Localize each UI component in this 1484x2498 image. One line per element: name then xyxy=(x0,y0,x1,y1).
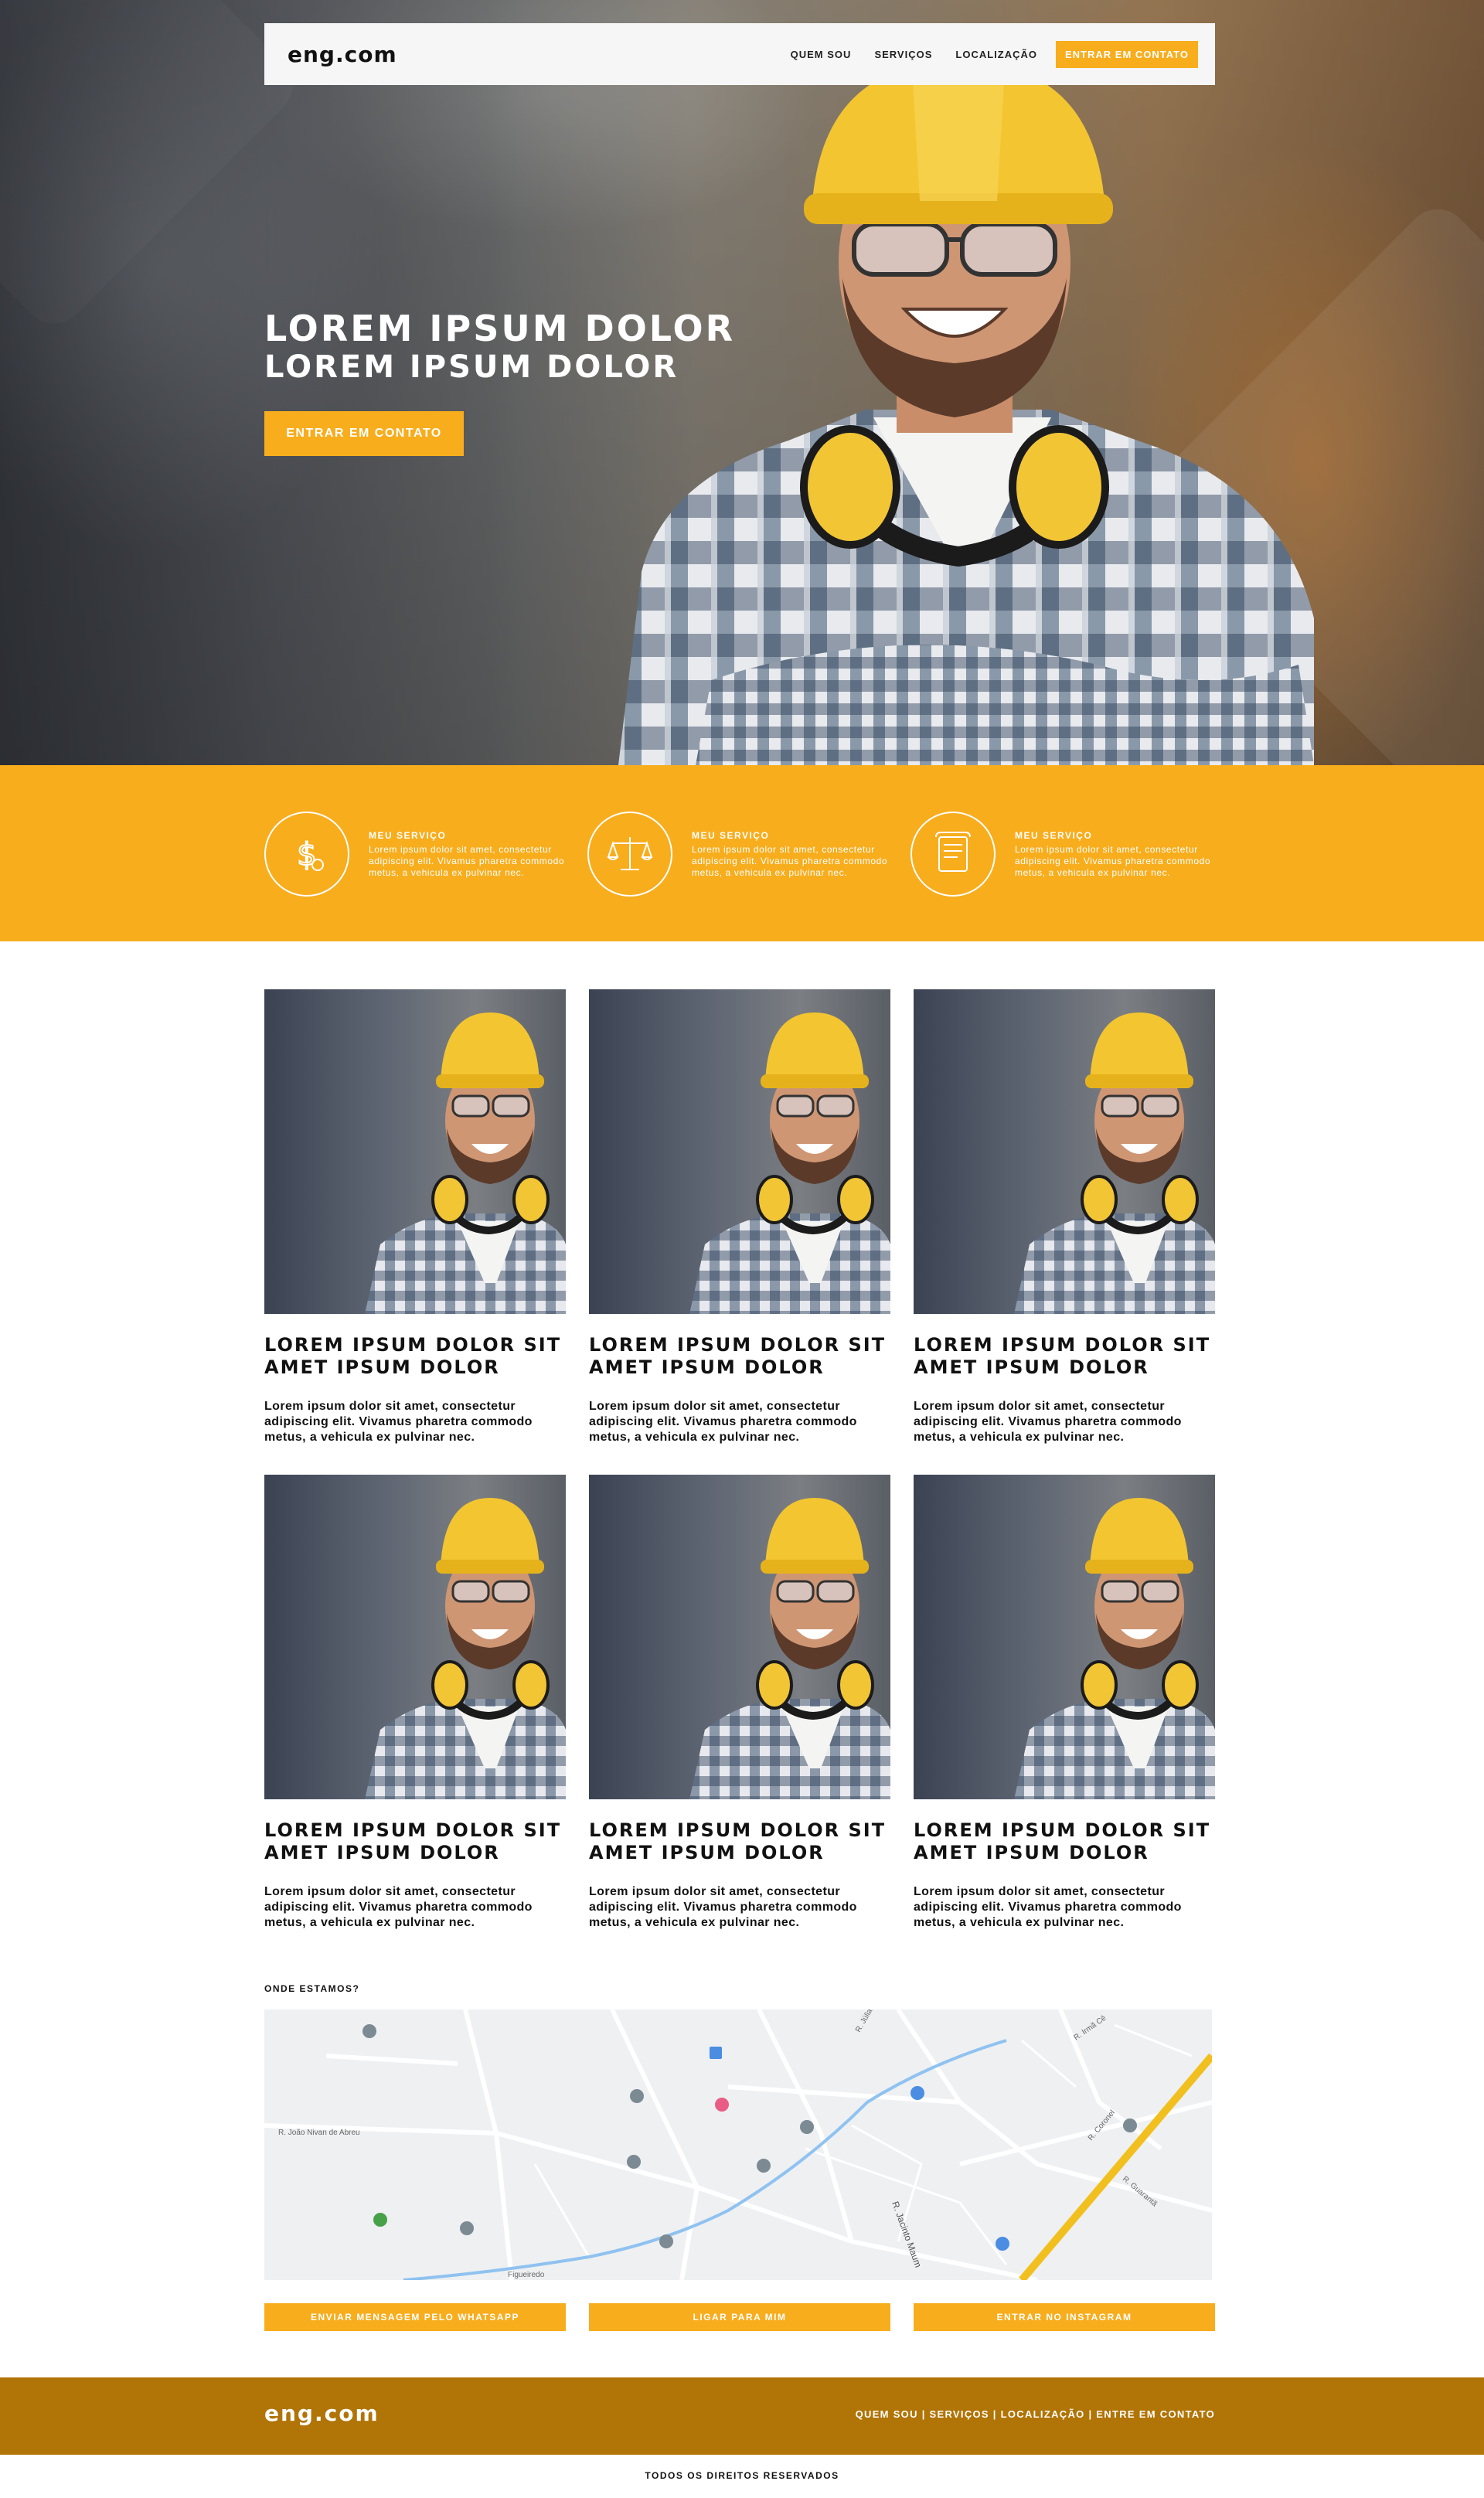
card-title: LOREM IPSUM DOLOR SIT AMET IPSUM DOLOR xyxy=(914,1819,1211,1863)
hero-worker-image xyxy=(618,77,1314,765)
svg-text:$: $ xyxy=(297,837,316,873)
hero-subtitle: LOREM IPSUM DOLOR xyxy=(264,349,679,385)
service-description: Lorem ipsum dolor sit amet, consectetur … xyxy=(1015,843,1211,878)
copyright: TODOS OS DIREITOS RESERVADOS xyxy=(645,2470,839,2481)
card-text: Lorem ipsum dolor sit amet, consectetur … xyxy=(914,1885,1182,1929)
map-street-label: Figueiredo xyxy=(508,2271,545,2279)
card-title: LOREM IPSUM DOLOR SIT AMET IPSUM DOLOR xyxy=(914,1334,1211,1378)
card-photo xyxy=(589,989,890,1314)
nav-links: QUEM SOU SERVIÇOS LOCALIZAÇÃO ENTRAR EM … xyxy=(768,40,1198,68)
card-photo xyxy=(914,989,1215,1314)
content-card[interactable]: LOREM IPSUM DOLOR SIT AMET IPSUM DOLOR L… xyxy=(264,1475,566,1931)
service-title: MEU SERVIÇO xyxy=(692,829,770,841)
content-card[interactable]: LOREM IPSUM DOLOR SIT AMET IPSUM DOLOR L… xyxy=(589,989,890,1445)
footer-links[interactable]: QUEM SOU | SERVIÇOS | LOCALIZAÇÃO | ENTR… xyxy=(856,2408,1215,2420)
service-item: MEU SERVIÇO Lorem ipsum dolor sit amet, … xyxy=(587,812,897,897)
map-section-title: ONDE ESTAMOS? xyxy=(264,1983,360,1994)
hero-contact-button[interactable]: ENTRAR EM CONTATO xyxy=(264,411,464,456)
card-text: Lorem ipsum dolor sit amet, consectetur … xyxy=(264,1400,533,1444)
scroll-icon xyxy=(910,812,996,897)
contact-actions: ENVIAR MENSAGEM PELO WHATSAPP LIGAR PARA… xyxy=(264,2303,1215,2331)
card-photo xyxy=(914,1475,1215,1799)
map-graphic: R. João Nivan de Abreu R. Júlia Bucih R.… xyxy=(264,2010,1212,2280)
service-title: MEU SERVIÇO xyxy=(369,829,447,841)
nav-contact-button[interactable]: ENTRAR EM CONTATO xyxy=(1056,40,1198,68)
service-description: Lorem ipsum dolor sit amet, consectetur … xyxy=(369,843,565,878)
map-street-label: R. João Nivan de Abreu xyxy=(278,2129,360,2137)
scales-icon xyxy=(587,812,672,897)
service-item: MEU SERVIÇO Lorem ipsum dolor sit amet, … xyxy=(910,812,1220,897)
services-band: $ MEU SERVIÇO Lorem ipsum dolor sit amet… xyxy=(0,765,1484,941)
whatsapp-button[interactable]: ENVIAR MENSAGEM PELO WHATSAPP xyxy=(264,2303,566,2331)
content-card[interactable]: LOREM IPSUM DOLOR SIT AMET IPSUM DOLOR L… xyxy=(914,989,1215,1445)
service-item: $ MEU SERVIÇO Lorem ipsum dolor sit amet… xyxy=(264,812,574,897)
card-title: LOREM IPSUM DOLOR SIT AMET IPSUM DOLOR xyxy=(589,1819,887,1863)
money-icon: $ xyxy=(264,812,349,897)
card-text: Lorem ipsum dolor sit amet, consectetur … xyxy=(589,1885,857,1929)
hero-title: LOREM IPSUM DOLOR xyxy=(264,308,735,349)
site-logo[interactable]: eng.com xyxy=(288,42,397,67)
service-title: MEU SERVIÇO xyxy=(1015,829,1093,841)
call-button[interactable]: LIGAR PARA MIM xyxy=(589,2303,890,2331)
card-text: Lorem ipsum dolor sit amet, consectetur … xyxy=(264,1885,533,1929)
card-title: LOREM IPSUM DOLOR SIT AMET IPSUM DOLOR xyxy=(589,1334,887,1378)
location-map[interactable]: R. João Nivan de Abreu R. Júlia Bucih R.… xyxy=(264,2010,1212,2280)
card-photo xyxy=(264,1475,566,1799)
content-card[interactable]: LOREM IPSUM DOLOR SIT AMET IPSUM DOLOR L… xyxy=(914,1475,1215,1931)
content-card[interactable]: LOREM IPSUM DOLOR SIT AMET IPSUM DOLOR L… xyxy=(589,1475,890,1931)
nav-link-localizacao[interactable]: LOCALIZAÇÃO xyxy=(955,49,1037,60)
instagram-button[interactable]: ENTRAR NO INSTAGRAM xyxy=(914,2303,1215,2331)
hero-section: eng.com QUEM SOU SERVIÇOS LOCALIZAÇÃO EN… xyxy=(0,0,1484,765)
card-text: Lorem ipsum dolor sit amet, consectetur … xyxy=(914,1400,1182,1444)
nav-link-servicos[interactable]: SERVIÇOS xyxy=(874,49,932,60)
card-photo xyxy=(264,989,566,1314)
card-text: Lorem ipsum dolor sit amet, consectetur … xyxy=(589,1400,857,1444)
card-title: LOREM IPSUM DOLOR SIT AMET IPSUM DOLOR xyxy=(264,1819,562,1863)
content-card[interactable]: LOREM IPSUM DOLOR SIT AMET IPSUM DOLOR L… xyxy=(264,989,566,1445)
card-photo xyxy=(589,1475,890,1799)
footer-logo[interactable]: eng.com xyxy=(264,2401,380,2426)
nav-link-quem-sou[interactable]: QUEM SOU xyxy=(791,49,852,60)
service-description: Lorem ipsum dolor sit amet, consectetur … xyxy=(692,843,888,878)
top-navbar: eng.com QUEM SOU SERVIÇOS LOCALIZAÇÃO EN… xyxy=(264,23,1215,85)
card-title: LOREM IPSUM DOLOR SIT AMET IPSUM DOLOR xyxy=(264,1334,562,1378)
footer: eng.com QUEM SOU | SERVIÇOS | LOCALIZAÇÃ… xyxy=(0,2377,1484,2455)
